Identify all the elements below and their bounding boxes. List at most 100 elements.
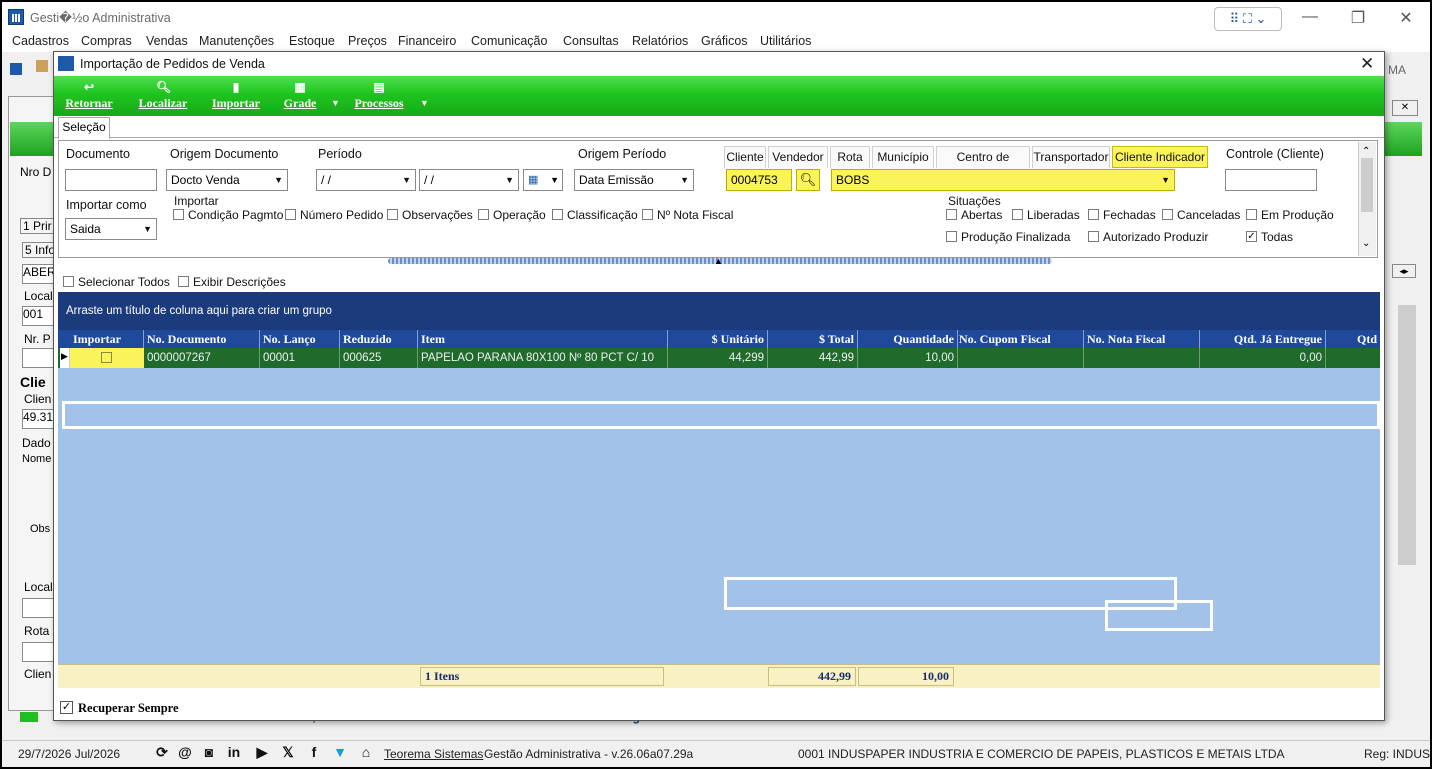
tab-vendedor[interactable]: Vendedor [768,146,828,168]
calendar-button[interactable]: ▦ ▼ [523,169,563,191]
menu-comunicacao[interactable]: Comunicação [471,34,547,48]
col-entregue[interactable]: Qtd. Já Entregue [1200,330,1326,348]
retornar-button[interactable]: ↩ Retornar [60,80,118,114]
teorema-link[interactable]: Teorema Sistemas [384,747,483,761]
youtube-icon[interactable]: ▶ [254,744,270,760]
tab-cliente[interactable]: Cliente [724,146,766,168]
minimize-icon[interactable]: — [1290,8,1330,26]
bg-field[interactable] [22,598,54,618]
bg-tab[interactable]: 1 Prir [20,218,55,234]
autorizado-produzir-checkbox[interactable] [1088,231,1099,242]
numero-pedido-checkbox[interactable] [285,209,296,220]
cliente-name-select[interactable]: BOBS ▼ [831,169,1175,191]
dialog-close-icon[interactable]: ✕ [1360,54,1374,74]
menu-graficos[interactable]: Gráficos [701,34,748,48]
email-icon[interactable]: @ [177,744,193,760]
operacao-checkbox[interactable] [478,209,489,220]
recuperar-checkbox[interactable]: ✓ [60,701,73,714]
producao-finalizada-checkbox[interactable] [946,231,957,242]
col-documento[interactable]: No. Documento [144,330,260,348]
bg-close-icon[interactable]: ✕ [1392,100,1418,116]
col-importar[interactable]: Importar [70,330,144,348]
canceladas-checkbox[interactable] [1162,209,1173,220]
bg-field[interactable]: ABER [22,264,56,284]
bg-field[interactable] [22,348,54,368]
col-lanco[interactable]: No. Lanço [260,330,340,348]
linkedin-icon[interactable]: in [226,744,242,760]
menu-cadastros[interactable]: Cadastros [12,34,69,48]
toolbar-icon[interactable] [10,63,22,75]
menu-estoque[interactable]: Estoque [289,34,335,48]
menu-utilitarios[interactable]: Utilitários [760,34,811,48]
selection-scrollbar[interactable]: ⌃ ⌄ [1358,142,1376,256]
nota-fiscal-checkbox[interactable] [642,209,653,220]
col-quantidade[interactable]: Quantidade [858,330,958,348]
importar-como-select[interactable]: Saida ▼ [65,218,157,240]
extension-button[interactable]: ⠿ ⛶ ⌄ [1214,7,1282,31]
bg-nav-arrows[interactable]: ◂▸ [1392,264,1416,278]
grade-button[interactable]: ▦ Grade [280,80,320,114]
facebook-icon[interactable]: f [306,744,322,760]
bg-field[interactable]: 49.31 [22,409,54,429]
tab-cliente-indicador[interactable]: Cliente Indicador [1112,146,1208,168]
todas-checkbox[interactable]: ✓ [1246,231,1257,242]
em-producao-checkbox[interactable] [1246,209,1257,220]
controle-input[interactable] [1225,169,1317,191]
menu-precos[interactable]: Preços [348,34,387,48]
tab-municipio[interactable]: Município [872,146,934,168]
x-icon[interactable]: 𝕏 [280,744,296,760]
importar-button[interactable]: ▮ Importar [207,80,265,114]
menu-financeiro[interactable]: Financeiro [398,34,456,48]
fechadas-checkbox[interactable] [1088,209,1099,220]
origem-documento-select[interactable]: Docto Venda ▼ [166,169,288,191]
scroll-up-icon[interactable]: ⌃ [1362,146,1370,157]
col-qtd[interactable]: Qtd [1326,330,1380,348]
row-importar-checkbox[interactable] [101,352,112,363]
restore-icon[interactable]: ❐ [1338,8,1378,28]
collapse-icon[interactable]: ▲ [714,256,723,266]
scroll-thumb[interactable] [1361,158,1373,212]
tab-transportador[interactable]: Transportador [1032,146,1110,168]
bg-scrollbar[interactable] [1398,305,1416,565]
refresh-icon[interactable]: ⟳ [154,744,170,760]
menu-manutencoes[interactable]: Manutenções [199,34,274,48]
tab-rota[interactable]: Rota [830,146,870,168]
col-total[interactable]: $ Total [768,330,858,348]
abertas-checkbox[interactable] [946,209,957,220]
col-cupom[interactable]: No. Cupom Fiscal [956,330,1084,348]
bg-field[interactable]: 001 [22,306,54,326]
processos-dropdown-icon[interactable]: ▼ [420,98,429,108]
liberadas-checkbox[interactable] [1012,209,1023,220]
periodo-inicio-input[interactable]: / / ▼ [316,169,416,191]
scroll-down-icon[interactable]: ⌄ [1362,238,1370,249]
periodo-fim-input[interactable]: / / ▼ [419,169,519,191]
tab-selecao[interactable]: Seleção [58,117,110,139]
close-app-icon[interactable]: ✕ [1386,8,1426,28]
origem-periodo-select[interactable]: Data Emissão ▼ [574,169,694,191]
processos-button[interactable]: ▤ Processos [347,80,411,114]
cliente-search-icon[interactable]: 🔍︎ [796,169,820,191]
menu-consultas[interactable]: Consultas [563,34,619,48]
selecionar-todos-checkbox[interactable] [63,276,74,287]
teorema-icon[interactable]: ▼ [332,744,348,760]
documento-input[interactable] [65,169,157,191]
localizar-button[interactable]: 🔍︎ Localizar [134,80,192,114]
menu-relatorios[interactable]: Relatórios [632,34,688,48]
col-reduzido[interactable]: Reduzido [340,330,418,348]
bg-field[interactable] [22,642,54,662]
toolbar-icon[interactable] [36,60,48,72]
cliente-code-input[interactable]: 0004753 [726,169,792,191]
instagram-icon[interactable]: ◙ [201,744,217,760]
observacoes-checkbox[interactable] [387,209,398,220]
classificacao-checkbox[interactable] [552,209,563,220]
condicao-pagmto-checkbox[interactable] [173,209,184,220]
col-nota[interactable]: No. Nota Fiscal [1084,330,1200,348]
menu-vendas[interactable]: Vendas [146,34,188,48]
tab-centro-custos[interactable]: Centro de Custos [936,146,1030,184]
group-by-bar[interactable]: Arraste um título de coluna aqui para cr… [58,292,1380,330]
grade-dropdown-icon[interactable]: ▼ [331,98,340,108]
menu-compras[interactable]: Compras [81,34,132,48]
col-item[interactable]: Item [418,330,668,348]
col-unitario[interactable]: $ Unitário [668,330,768,348]
home-icon[interactable]: ⌂ [358,744,374,760]
